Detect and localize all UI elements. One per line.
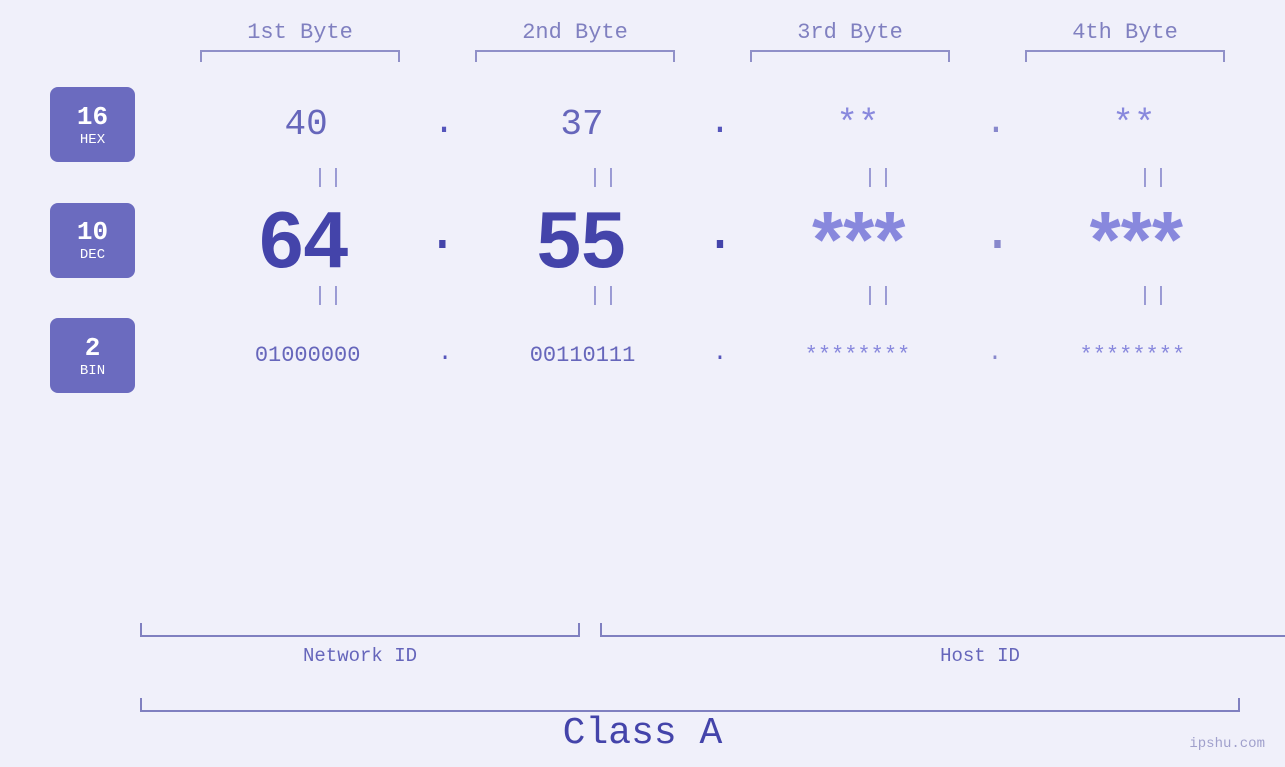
main-container: 1st Byte 2nd Byte 3rd Byte 4th Byte 16 H… xyxy=(0,0,1285,767)
watermark: ipshu.com xyxy=(1189,736,1265,752)
equals-3: || xyxy=(780,167,980,190)
dec-b4: *** xyxy=(1036,200,1236,280)
byte-headers-row: 1st Byte 2nd Byte 3rd Byte 4th Byte xyxy=(163,0,1263,45)
hex-dot-2: . xyxy=(709,102,731,148)
dec-b1: 64 xyxy=(204,200,404,280)
dec-badge: 10 DEC xyxy=(50,203,135,278)
bracket-2 xyxy=(475,50,675,62)
bin-badge: 2 BIN xyxy=(50,318,135,393)
class-label: Class A xyxy=(563,712,723,755)
dec-b2: 55 xyxy=(481,200,681,280)
equals-5: || xyxy=(230,285,430,308)
bin-b3: ******** xyxy=(757,343,957,368)
bin-dot-3: . xyxy=(988,340,1002,371)
hex-values: 40 . 37 . ** . ** xyxy=(195,102,1285,148)
bottom-bracket-area: Network ID Host ID xyxy=(140,623,1285,667)
dec-b3: *** xyxy=(759,200,959,280)
bracket-3 xyxy=(750,50,950,62)
hex-b4: ** xyxy=(1034,104,1234,145)
equals-row-2: || || || || xyxy=(193,285,1285,308)
byte-header-3: 3rd Byte xyxy=(735,20,965,45)
dec-dot-2: . xyxy=(703,202,736,280)
equals-row-1: || || || || xyxy=(193,167,1285,190)
bracket-1 xyxy=(200,50,400,62)
network-id-label: Network ID xyxy=(303,645,417,667)
dec-values: 64 . 55 . *** . *** xyxy=(195,200,1285,280)
class-bracket xyxy=(140,698,1240,712)
equals-4: || xyxy=(1055,167,1255,190)
bracket-4 xyxy=(1025,50,1225,62)
top-brackets xyxy=(163,50,1263,62)
host-id-bracket xyxy=(600,623,1285,637)
hex-b3: ** xyxy=(758,104,958,145)
bin-b2: 00110111 xyxy=(483,343,683,368)
bin-values: 01000000 . 00110111 . ******** . *******… xyxy=(195,340,1285,371)
bin-row: 2 BIN 01000000 . 00110111 . ******** . *… xyxy=(0,318,1285,393)
bin-badge-base: BIN xyxy=(80,363,105,379)
dec-dot-1: . xyxy=(426,202,459,280)
equals-2: || xyxy=(505,167,705,190)
byte-header-2: 2nd Byte xyxy=(460,20,690,45)
hex-dot-1: . xyxy=(433,102,455,148)
equals-7: || xyxy=(780,285,980,308)
equals-1: || xyxy=(230,167,430,190)
equals-6: || xyxy=(505,285,705,308)
network-id-group: Network ID xyxy=(140,623,580,667)
hex-dot-3: . xyxy=(985,102,1007,148)
hex-badge-num: 16 xyxy=(77,102,108,132)
bin-b4: ******** xyxy=(1032,343,1232,368)
dec-badge-base: DEC xyxy=(80,247,105,263)
byte-header-4: 4th Byte xyxy=(1010,20,1240,45)
hex-badge-base: HEX xyxy=(80,132,105,148)
byte-header-1: 1st Byte xyxy=(185,20,415,45)
hex-badge: 16 HEX xyxy=(50,87,135,162)
bin-badge-num: 2 xyxy=(85,333,101,363)
equals-8: || xyxy=(1055,285,1255,308)
hex-b2: 37 xyxy=(482,104,682,145)
bin-b1: 01000000 xyxy=(208,343,408,368)
hex-b1: 40 xyxy=(206,104,406,145)
host-id-group: Host ID xyxy=(600,623,1285,667)
dec-dot-3: . xyxy=(981,202,1014,280)
network-id-bracket xyxy=(140,623,580,637)
dec-row: 10 DEC 64 . 55 . *** . *** xyxy=(0,200,1285,280)
dec-badge-num: 10 xyxy=(77,217,108,247)
hex-row: 16 HEX 40 . 37 . ** . ** xyxy=(0,87,1285,162)
bin-dot-1: . xyxy=(438,340,452,371)
host-id-label: Host ID xyxy=(940,645,1020,667)
bin-dot-2: . xyxy=(713,340,727,371)
